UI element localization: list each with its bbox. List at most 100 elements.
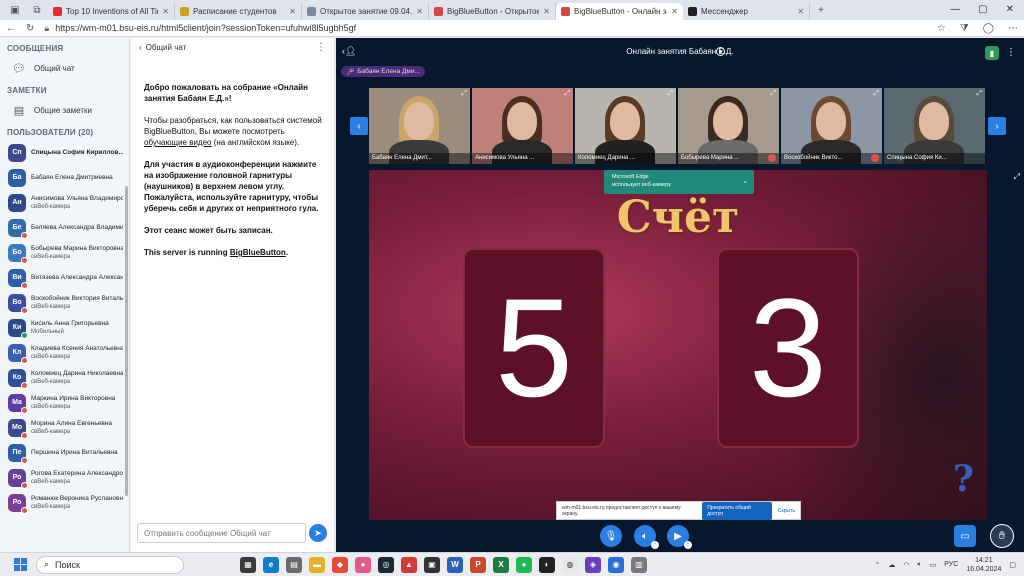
user-list-item[interactable]: Бо Бобырева Марина Викторовна свВеб-каме… bbox=[0, 240, 129, 265]
taskbar-search[interactable]: ⌕ Поиск bbox=[36, 555, 184, 574]
webcam-tile[interactable]: ⤢ Коломиец Дарина ... bbox=[575, 88, 676, 164]
sidebar-scrollbar[interactable] bbox=[125, 186, 128, 496]
close-window-icon[interactable]: ✕ bbox=[1006, 4, 1014, 15]
user-list-item[interactable]: Ба Бабаян Елена Дмитриевна bbox=[0, 165, 129, 190]
url-field[interactable]: 🔒︎ https://wm-m01.bsu-eis.ru/html5client… bbox=[44, 23, 356, 34]
browser-tab[interactable]: BigBlueButton - Открытое ✕ bbox=[429, 3, 556, 20]
user-list-item[interactable]: Ро Романюк Вероника Руслановна свВеб-кам… bbox=[0, 490, 129, 515]
browser-tab[interactable]: Открытое занятие 09.04.2024 Бі ✕ bbox=[302, 3, 429, 20]
fullscreen-icon[interactable]: ⤢ bbox=[461, 90, 467, 98]
back-nav-icon[interactable]: ← bbox=[6, 23, 16, 34]
user-list-item[interactable]: Ан Анисимова Ульяна Владимиро... свВеб-к… bbox=[0, 190, 129, 215]
cloud-icon[interactable]: ☁︎ bbox=[888, 561, 895, 569]
connection-status-icon[interactable]: ▮ bbox=[985, 46, 999, 60]
workspaces-icon[interactable]: ▣ bbox=[6, 3, 24, 17]
explorer-icon[interactable]: ▦ bbox=[240, 556, 256, 573]
webcam-tile[interactable]: ⤢ Спицына София Ки... bbox=[884, 88, 985, 164]
fullscreen-icon[interactable]: ⤢ bbox=[667, 90, 673, 98]
user-list-item[interactable]: Сп Спицына София Кириллов... (Вы) bbox=[0, 140, 129, 165]
minimize-icon[interactable]: — bbox=[950, 4, 960, 15]
user-list-item[interactable]: Ки Кисиль Анна Григорьевна Мобильный bbox=[0, 315, 129, 340]
app-icon[interactable]: ◆ bbox=[332, 556, 348, 573]
user-list-item[interactable]: Ко Коломиец Дарина Николаевна свВеб-каме… bbox=[0, 365, 129, 390]
recording-indicator-icon[interactable] bbox=[716, 47, 725, 56]
chevron-left-icon[interactable]: ‹ bbox=[139, 43, 142, 52]
app-icon[interactable]: ● bbox=[355, 556, 371, 573]
options-menu-icon[interactable]: ⋮ bbox=[1006, 47, 1016, 58]
audio-button[interactable]: 🔈︎ ⌃ bbox=[634, 525, 659, 549]
user-list-item[interactable]: Пе Першина Ирина Витальевна bbox=[0, 440, 129, 465]
app-icon[interactable]: ◈ bbox=[585, 556, 601, 573]
volume-icon[interactable]: 🔈︎ bbox=[917, 561, 921, 569]
chat-options-icon[interactable]: ⋮ bbox=[316, 42, 326, 53]
close-tab-icon[interactable]: ✕ bbox=[289, 7, 296, 16]
excel-icon[interactable]: X bbox=[493, 556, 509, 573]
fullscreen-icon[interactable]: ⤢ bbox=[564, 90, 570, 98]
webcam-tile[interactable]: ⤢ Воскобойник Викто... bbox=[781, 88, 882, 164]
close-tab-icon[interactable]: ✕ bbox=[543, 7, 550, 16]
profile-icon[interactable]: ◯ bbox=[983, 23, 994, 34]
fullscreen-icon[interactable]: ⤢ bbox=[1014, 172, 1020, 182]
user-list-item[interactable]: Ро Рогова Екатерина Александро... свВеб-… bbox=[0, 465, 129, 490]
user-list-item[interactable]: Во Воскобойник Виктория Виталь... свВеб-… bbox=[0, 290, 129, 315]
share-screen-button[interactable]: ▭ bbox=[954, 525, 976, 547]
app-icon[interactable]: ◐ bbox=[539, 556, 555, 573]
tutorial-link[interactable]: обучающие видео bbox=[144, 138, 211, 147]
chevron-up-icon[interactable]: ⌃ bbox=[874, 561, 880, 569]
webcam-tile[interactable]: ⤢ Бобырева Марина ... bbox=[678, 88, 779, 164]
powerpoint-icon[interactable]: P bbox=[470, 556, 486, 573]
wifi-icon[interactable]: ◠ bbox=[903, 561, 909, 569]
camera-button[interactable]: ▶ ⌃ bbox=[667, 525, 692, 549]
maximize-icon[interactable]: ▢ bbox=[978, 4, 987, 15]
refresh-icon[interactable]: ↻ bbox=[26, 23, 34, 34]
browser-tab[interactable]: Top 10 Inventions of All Time - Y ✕ bbox=[48, 3, 175, 20]
user-list-item[interactable]: Ви Витязева Александра Александ... bbox=[0, 265, 129, 290]
browser-tab[interactable]: Мессенджер ✕ bbox=[683, 3, 810, 20]
app-icon[interactable]: ◍ bbox=[562, 556, 578, 573]
fullscreen-icon[interactable]: ⤢ bbox=[873, 90, 879, 98]
app-icon[interactable]: ▲ bbox=[401, 556, 417, 573]
browser-menu-icon[interactable]: ⋯ bbox=[1008, 23, 1018, 34]
chevron-up-icon[interactable]: ⌃ bbox=[684, 541, 692, 549]
close-tab-icon[interactable]: ✕ bbox=[416, 7, 423, 16]
browser-tab[interactable]: BigBlueButton - Онлайн за ✕ bbox=[556, 3, 683, 20]
user-list-item[interactable]: Бе Беляева Александра Владими... bbox=[0, 215, 129, 240]
webcam-notification[interactable]: Microsoft Edge использует веб-камеру ⌄ bbox=[604, 170, 754, 194]
store-icon[interactable]: ▤ bbox=[286, 556, 302, 573]
app-icon[interactable]: ▥ bbox=[631, 556, 647, 573]
user-list-item[interactable]: Мо Морина Алина Евгеньевна свВеб-камера bbox=[0, 415, 129, 440]
app-icon[interactable]: ◉ bbox=[608, 556, 624, 573]
close-tab-icon[interactable]: ✕ bbox=[797, 7, 804, 16]
app-icon[interactable]: ▣ bbox=[424, 556, 440, 573]
raise-hand-button[interactable]: ✋︎ bbox=[990, 524, 1014, 548]
user-list-item[interactable]: Кл Кладиева Ксения Анатольевна свВеб-кам… bbox=[0, 340, 129, 365]
fullscreen-icon[interactable]: ⤢ bbox=[976, 90, 982, 98]
hide-share-bar-button[interactable]: Скрыть bbox=[778, 508, 795, 514]
new-tab-icon[interactable]: + bbox=[812, 3, 830, 17]
send-message-button[interactable]: ➤ bbox=[309, 524, 327, 542]
extensions-icon[interactable]: ⧩ bbox=[960, 23, 969, 34]
webcam-tile[interactable]: ⤢ Анисимова Ульяна ... bbox=[472, 88, 573, 164]
close-tab-icon[interactable]: ✕ bbox=[671, 7, 678, 16]
bbb-link[interactable]: BigBlueButton bbox=[230, 248, 286, 257]
webcam-tile[interactable]: ⤢ Бабаян Елена Дмит... bbox=[369, 88, 470, 164]
sidebar-item-public-chat[interactable]: 💬︎ Общий чат bbox=[0, 56, 129, 80]
clock[interactable]: 14:21 16.04.2024 bbox=[966, 556, 1001, 574]
user-list-item[interactable]: Ма Маркина Ирина Викторовна свВеб-камера bbox=[0, 390, 129, 415]
favorite-star-icon[interactable]: ☆ bbox=[937, 23, 946, 34]
folder-icon[interactable]: ▬ bbox=[309, 556, 325, 573]
start-button[interactable] bbox=[14, 557, 28, 572]
battery-icon[interactable]: ▭ bbox=[930, 561, 937, 569]
language-indicator[interactable]: РУС bbox=[944, 561, 958, 568]
tab-actions-icon[interactable]: ⧉ bbox=[28, 3, 46, 17]
video-prev-button[interactable]: ‹ bbox=[350, 117, 368, 135]
chevron-down-icon[interactable]: ⌄ bbox=[742, 178, 748, 186]
stop-sharing-button[interactable]: Прекратить общий доступ bbox=[702, 501, 772, 520]
word-icon[interactable]: W bbox=[447, 556, 463, 573]
video-next-button[interactable]: › bbox=[988, 117, 1006, 135]
sidebar-item-shared-notes[interactable]: ▤ Общие заметки bbox=[0, 98, 129, 122]
spotify-icon[interactable]: ● bbox=[516, 556, 532, 573]
browser-tab[interactable]: Расписание студентов ✕ bbox=[175, 3, 302, 20]
fullscreen-icon[interactable]: ⤢ bbox=[770, 90, 776, 98]
close-tab-icon[interactable]: ✕ bbox=[162, 7, 169, 16]
